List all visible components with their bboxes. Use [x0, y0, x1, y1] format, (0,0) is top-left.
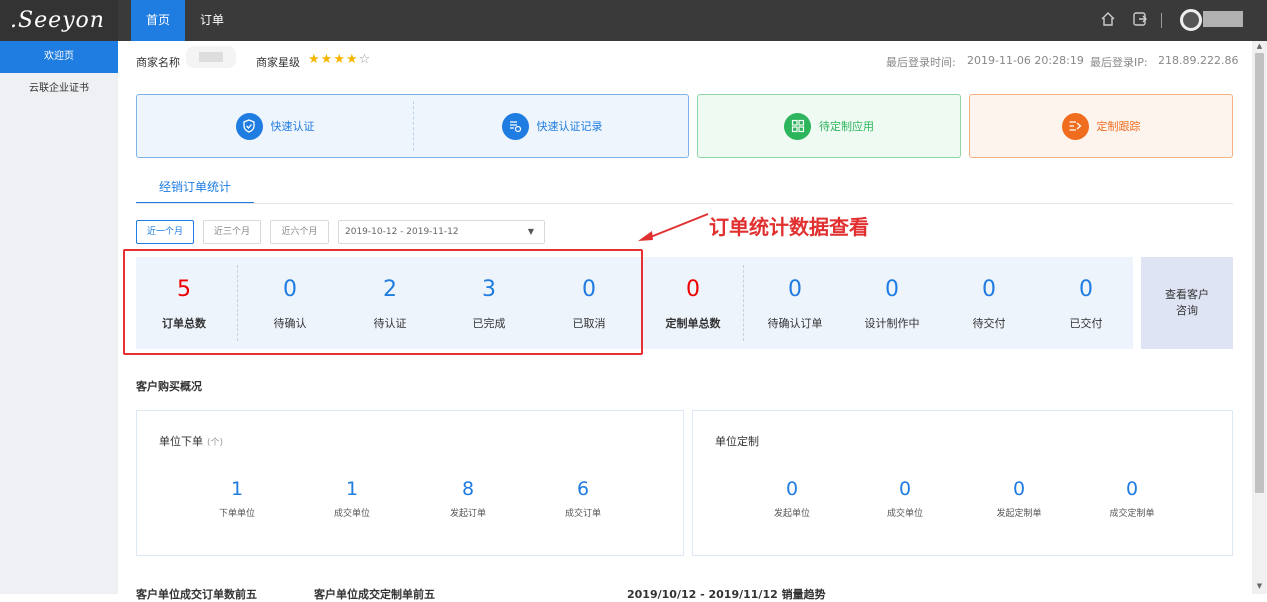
last-login-time-label: 最后登录时间:	[886, 56, 956, 69]
star-filled-icon: ★	[345, 52, 359, 67]
filter-six-months[interactable]: 近六个月	[270, 220, 329, 244]
stat-label: 待确认订单	[767, 317, 823, 330]
quick-auth-button[interactable]: 快速认证	[137, 95, 413, 157]
stat-value: 0	[686, 277, 700, 302]
record-icon	[501, 112, 529, 140]
annotation-arrow	[638, 213, 709, 241]
quick-auth-card: 快速认证 快速认证记录	[136, 94, 689, 158]
stat-divider	[743, 265, 744, 341]
pending-custom-app-card[interactable]: 待定制应用	[697, 94, 961, 158]
quick-auth-label: 快速认证	[270, 120, 315, 133]
merchant-name-label: 商家名称	[136, 56, 180, 69]
sales-trend-heading: 2019/10/12 - 2019/11/12 销量趋势	[627, 588, 826, 601]
unit-orders-title: 单位下单 (个)	[159, 435, 224, 448]
seeyon-logo[interactable]: .Seeyon	[0, 0, 118, 41]
stat-label: 待交付	[972, 317, 1006, 330]
tracking-icon	[1061, 112, 1089, 140]
star-filled-icon: ★	[308, 52, 321, 67]
quick-auth-record-button[interactable]: 快速认证记录	[414, 95, 690, 157]
stat-custom-in-design[interactable]: 0 设计制作中	[843, 257, 941, 349]
custom-tracking-card[interactable]: 定制跟踪	[969, 94, 1233, 158]
sidebar-item-welcome[interactable]: 欢迎页	[0, 41, 118, 73]
date-range-value: 2019-10-12 - 2019-11-12	[345, 227, 459, 237]
stat-value: 0	[788, 277, 802, 302]
star-rating: ★★★★☆	[308, 52, 371, 67]
annotation-highlight-box	[123, 249, 643, 355]
stat-initiated-custom[interactable]: 0 发起定制单	[974, 478, 1064, 519]
last-login-time: 2019-11-06 20:28:19	[967, 54, 1084, 67]
merchant-name-redacted	[186, 46, 236, 68]
sidebar: 欢迎页 云联企业证书	[0, 41, 118, 594]
stat-value: 0	[885, 277, 899, 302]
top5-orders-heading: 客户单位成交订单数前五	[136, 588, 257, 601]
star-filled-icon: ★	[320, 52, 334, 67]
shield-icon	[235, 112, 263, 140]
merchant-level-label: 商家星级	[256, 56, 300, 69]
custom-tracking-label: 定制跟踪	[1096, 120, 1141, 133]
stat-custom-pending-delivery[interactable]: 0 待交付	[940, 257, 1038, 349]
date-range-select[interactable]: 2019-10-12 - 2019-11-12 ▼	[338, 220, 545, 244]
last-login-ip-label: 最后登录IP:	[1090, 56, 1148, 69]
stat-deal-custom[interactable]: 0 成交定制单	[1087, 478, 1177, 519]
stat-value: 0	[1079, 277, 1093, 302]
stat-label: 定制单总数	[665, 317, 721, 330]
topbar-divider	[1161, 13, 1162, 28]
scroll-down-icon[interactable]: ▼	[1255, 582, 1264, 590]
star-filled-icon: ★	[333, 52, 346, 67]
chevron-down-icon: ▼	[527, 227, 534, 236]
stat-custom-pending-confirm[interactable]: 0 待确认订单	[746, 257, 844, 349]
tab-orders[interactable]: 订单	[189, 0, 235, 41]
scroll-up-icon[interactable]: ▲	[1255, 42, 1264, 50]
stat-initiated-orders[interactable]: 8 发起订单	[423, 478, 513, 519]
custom-tracking-button[interactable]: 定制跟踪	[970, 95, 1232, 157]
pending-custom-app-label: 待定制应用	[819, 120, 874, 133]
tab-dealer-order-stats[interactable]: 经销订单统计	[136, 178, 254, 204]
stat-value: 0	[982, 277, 996, 302]
stat-deal-units[interactable]: 1 成交单位	[307, 478, 397, 519]
star-empty-icon: ☆	[358, 52, 372, 67]
view-customer-consult-button[interactable]: 查看客户咨询	[1141, 257, 1233, 349]
annotation-text: 订单统计数据查看	[709, 215, 869, 239]
quick-auth-record-label: 快速认证记录	[536, 120, 603, 133]
last-login-ip: 218.89.222.86	[1158, 54, 1239, 67]
stat-custom-delivered[interactable]: 0 已交付	[1037, 257, 1135, 349]
tab-home[interactable]: 首页	[131, 0, 185, 41]
customer-purchase-title: 客户购买概况	[136, 380, 202, 393]
sidebar-item-certificate[interactable]: 云联企业证书	[0, 73, 118, 105]
stat-custom-total[interactable]: 0 定制单总数	[648, 257, 738, 349]
top-bar: .Seeyon 首页 订单	[0, 0, 1267, 41]
stat-initiating-units[interactable]: 0 发起单位	[747, 478, 837, 519]
filter-three-months[interactable]: 近三个月	[203, 220, 261, 244]
home-icon[interactable]	[1099, 11, 1117, 29]
stat-label: 已交付	[1069, 317, 1103, 330]
stat-ordering-units[interactable]: 1 下单单位	[192, 478, 282, 519]
filter-one-month[interactable]: 近一个月	[136, 220, 194, 244]
scrollbar[interactable]: ▲ ▼	[1252, 41, 1267, 594]
apps-icon	[784, 112, 811, 140]
avatar[interactable]	[1180, 9, 1202, 31]
stat-deal-orders[interactable]: 6 成交订单	[538, 478, 628, 519]
unit-label: (个)	[207, 438, 224, 448]
user-name-redacted[interactable]	[1203, 11, 1243, 27]
pending-custom-app-button[interactable]: 待定制应用	[698, 95, 960, 157]
scroll-thumb[interactable]	[1255, 53, 1264, 493]
unit-custom-title: 单位定制	[715, 435, 759, 448]
logout-icon[interactable]	[1131, 11, 1149, 29]
stat-label: 设计制作中	[864, 317, 920, 330]
tab-underline-divider	[136, 203, 1233, 204]
stat-custom-deal-units[interactable]: 0 成交单位	[860, 478, 950, 519]
top5-custom-heading: 客户单位成交定制单前五	[314, 588, 435, 601]
